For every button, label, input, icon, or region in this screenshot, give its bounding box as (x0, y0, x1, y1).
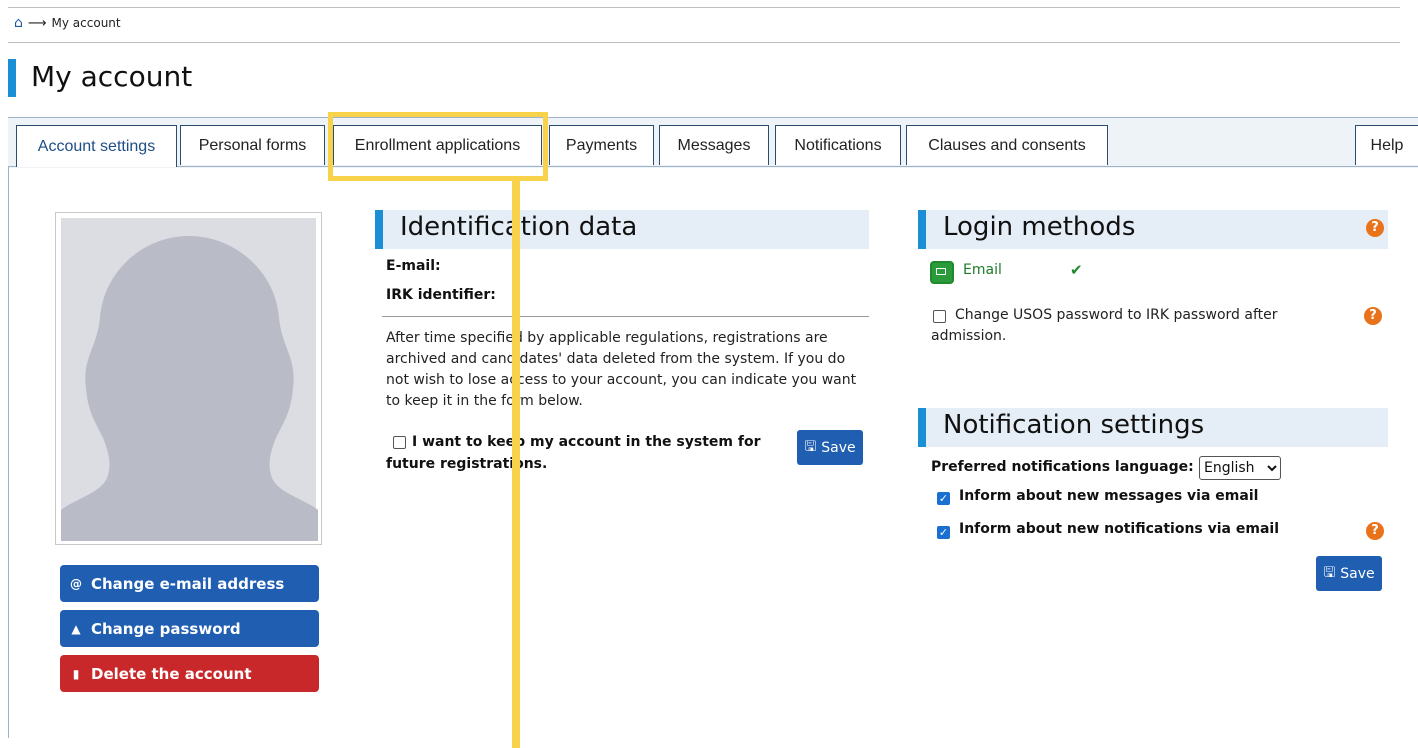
identification-header: Identification data (375, 210, 869, 249)
arrow-right-icon: ⟶ (27, 15, 47, 31)
change-password-label: Change password (91, 619, 241, 638)
check-icon: ✔ (1070, 261, 1083, 279)
breadcrumb-divider (8, 42, 1400, 43)
keep-account-label: I want to keep my account in the system … (386, 434, 761, 472)
person-silhouette-icon (61, 236, 318, 541)
top-divider (8, 7, 1400, 8)
inform-notifications-checkbox[interactable]: ✓ (937, 526, 950, 539)
login-methods-title: Login methods (943, 212, 1136, 242)
delete-account-button[interactable]: ▮ Delete the account (60, 655, 319, 692)
save-label: Save (821, 439, 856, 456)
highlight-box (328, 112, 548, 181)
inform-messages-checkbox[interactable]: ✓ (937, 492, 950, 505)
highlight-pointer-line (512, 181, 520, 748)
change-email-button[interactable]: @ Change e-mail address (60, 565, 319, 602)
tab-account-settings[interactable]: Account settings (16, 125, 177, 167)
envelope-icon (930, 261, 954, 284)
tab-notifications[interactable]: Notifications (775, 125, 901, 165)
avatar-placeholder (61, 218, 318, 541)
floppy-disk-icon: 🖫 (1323, 564, 1336, 581)
email-method-label: Email (963, 262, 1002, 278)
section-accent-bar (375, 210, 383, 249)
at-icon: @ (70, 576, 82, 591)
help-icon[interactable]: ? (1366, 522, 1384, 540)
section-accent-bar (918, 210, 926, 249)
login-methods-header: Login methods (918, 210, 1388, 249)
breadcrumb: ⌂ ⟶ My account (14, 16, 121, 30)
save-label: Save (1340, 565, 1375, 582)
tab-personal-forms[interactable]: Personal forms (180, 125, 325, 165)
help-icon[interactable]: ? (1366, 219, 1384, 237)
irk-label: IRK identifier: (386, 287, 496, 303)
change-password-button[interactable]: ▲ Change password (60, 610, 319, 647)
language-label: Preferred notifications language: (931, 459, 1194, 475)
archive-info-text: After time specified by applicable regul… (386, 330, 857, 409)
trash-icon: ▮ (72, 666, 80, 681)
inform-messages-label: Inform about new messages via email (959, 488, 1259, 504)
section-accent-bar (918, 408, 926, 447)
notification-settings-header: Notification settings (918, 408, 1388, 447)
floppy-disk-icon: 🖫 (804, 438, 817, 455)
change-email-label: Change e-mail address (91, 574, 285, 593)
lock-icon: ▲ (71, 621, 81, 636)
change-usos-password-label: Change USOS password to IRK password aft… (931, 307, 1278, 344)
save-identification-button[interactable]: 🖫 Save (797, 430, 863, 465)
inform-notifications-label: Inform about new notifications via email (959, 521, 1279, 537)
tab-messages[interactable]: Messages (659, 125, 769, 165)
notification-settings-title: Notification settings (943, 410, 1205, 440)
home-icon[interactable]: ⌂ (14, 16, 23, 30)
delete-account-label: Delete the account (91, 664, 252, 683)
email-label: E-mail: (386, 258, 441, 274)
identification-divider (382, 316, 869, 317)
tab-clauses-and-consents[interactable]: Clauses and consents (906, 125, 1108, 165)
tab-payments[interactable]: Payments (549, 125, 654, 165)
avatar (55, 212, 322, 545)
title-accent-bar (8, 59, 16, 97)
tab-help[interactable]: Help (1355, 125, 1418, 165)
page-title: My account (31, 60, 193, 93)
save-notifications-button[interactable]: 🖫 Save (1316, 556, 1382, 591)
breadcrumb-current: My account (51, 16, 121, 30)
help-icon[interactable]: ? (1364, 307, 1382, 325)
language-select[interactable]: English (1199, 456, 1281, 480)
